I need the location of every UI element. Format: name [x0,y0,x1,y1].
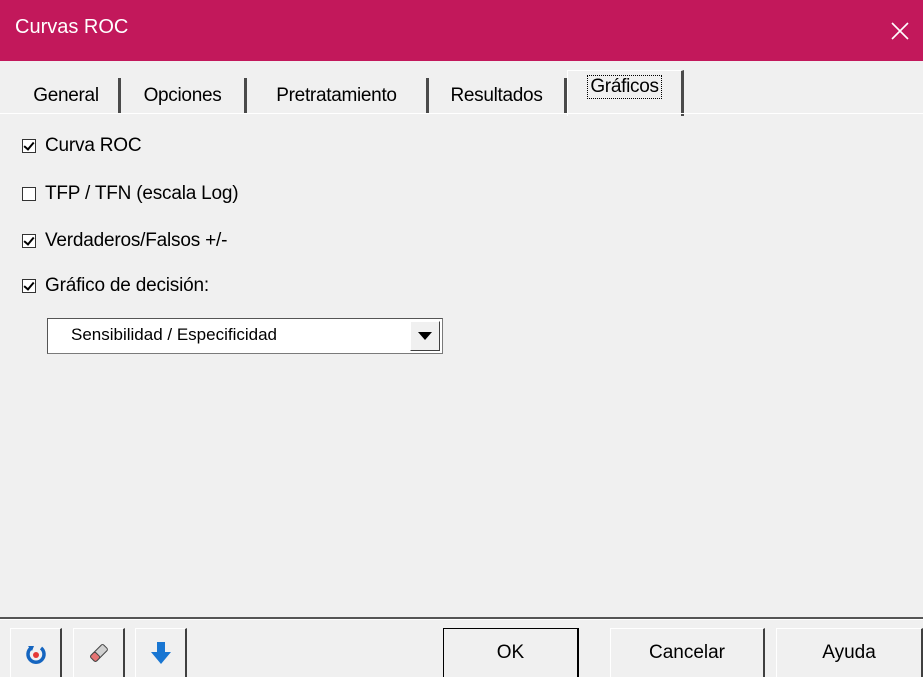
tab-label: Resultados [450,85,543,106]
help-button[interactable]: Ayuda [776,628,923,677]
help-label: Ayuda [822,642,876,663]
tab-panel-top-border [0,113,923,114]
curva-roc-label: Curva ROC [45,135,142,156]
curva-roc-option[interactable]: Curva ROC [22,133,142,159]
tfp-tfn-label: TFP / TFN (escala Log) [45,183,239,204]
tab-label: Pretratamiento [276,85,397,106]
grafico-decision-option[interactable]: Gráfico de decisión: [22,273,209,299]
grafico-decision-checkbox[interactable] [22,279,36,293]
eraser-icon [89,644,108,662]
verdaderos-falsos-label: Verdaderos/Falsos +/- [45,230,228,251]
title-bar: Curvas ROC [0,0,923,61]
ok-button[interactable]: OK [443,628,579,677]
tab-graficos[interactable]: Gráficos [567,70,684,116]
reset-button[interactable] [10,628,62,677]
tab-resultados[interactable]: Resultados [429,78,567,114]
chevron-down-icon[interactable] [410,321,440,351]
tab-strip: General Opciones Pretratamiento Resultad… [14,70,923,116]
clear-button[interactable] [73,628,125,677]
cancel-button[interactable]: Cancelar [610,628,765,677]
curva-roc-checkbox[interactable] [22,139,36,153]
tab-opciones[interactable]: Opciones [121,78,247,114]
grafico-decision-label: Gráfico de decisión: [45,275,209,296]
tab-pretratamiento[interactable]: Pretratamiento [247,78,429,114]
footer-divider-highlight [0,619,923,620]
move-down-button[interactable] [135,628,187,677]
tab-label: Opciones [143,85,222,106]
tab-general[interactable]: General [14,78,121,114]
refresh-icon [25,646,46,664]
verdaderos-falsos-checkbox[interactable] [22,234,36,248]
close-icon [891,21,909,40]
decision-chart-select[interactable]: Sensibilidad / Especificidad [47,318,443,354]
down-arrow-icon [150,642,171,664]
cancel-label: Cancelar [648,642,726,663]
tfp-tfn-option[interactable]: TFP / TFN (escala Log) [22,181,239,207]
tfp-tfn-checkbox[interactable] [22,187,36,201]
ok-label: OK [496,642,525,663]
tab-label: Gráficos [587,75,662,99]
close-button[interactable] [877,0,923,61]
decision-chart-select-value: Sensibilidad / Especificidad [71,325,278,344]
window-title: Curvas ROC [15,16,129,38]
verdaderos-falsos-option[interactable]: Verdaderos/Falsos +/- [22,228,227,254]
tab-label: General [33,85,99,106]
